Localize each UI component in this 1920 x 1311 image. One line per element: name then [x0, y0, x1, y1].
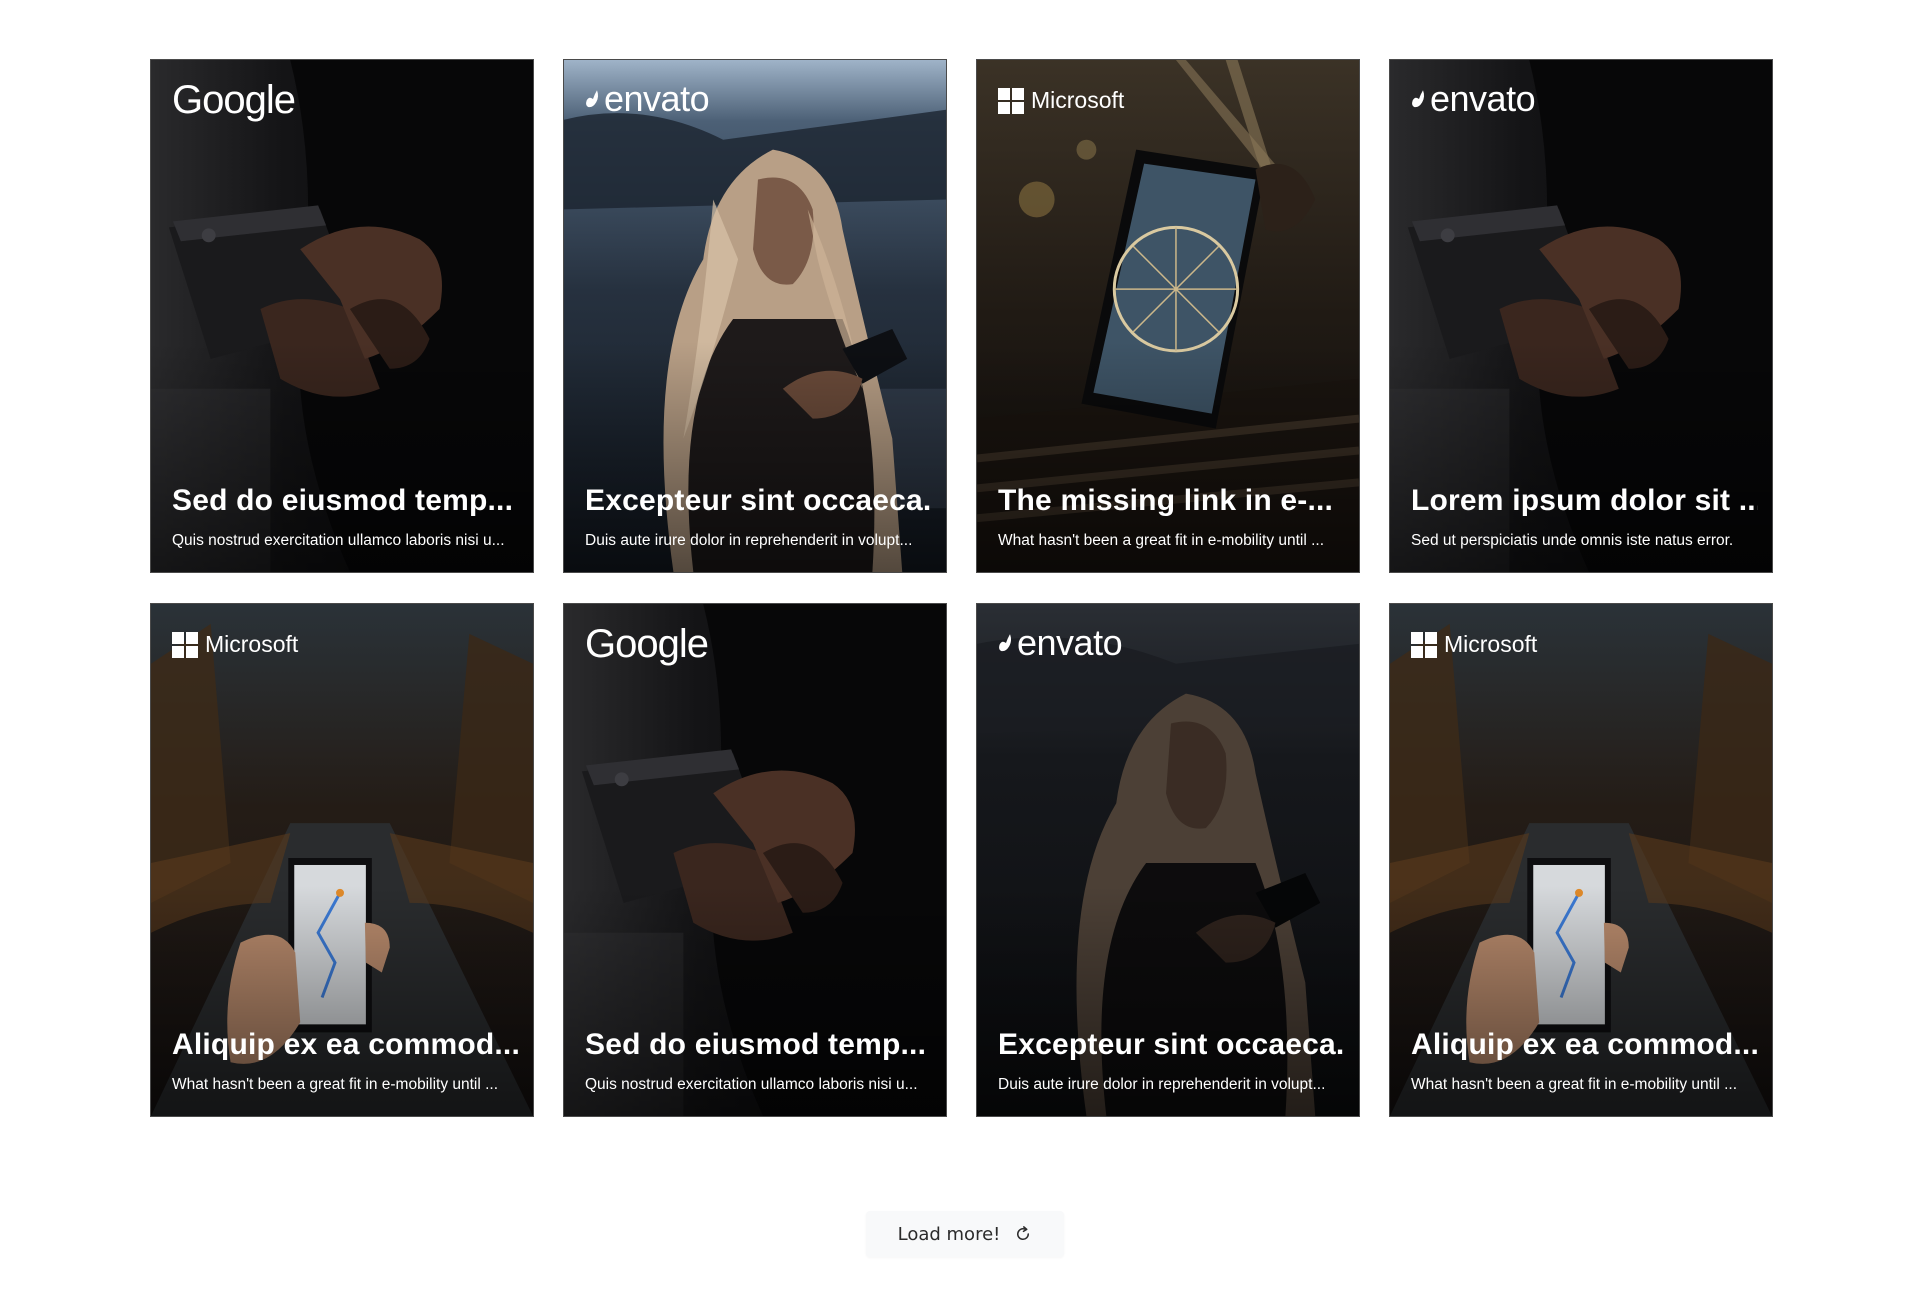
reload-icon — [1017, 1226, 1030, 1240]
envato-logo: envato — [585, 78, 710, 120]
card-title: Aliquip ex ea commod... — [1411, 1028, 1758, 1061]
card-title: Sed do eiusmod temp... — [585, 1028, 927, 1061]
load-more-label: Load more! — [897, 1223, 1001, 1245]
card[interactable]: Microsoft Aliquip ex ea commod... What h… — [1389, 603, 1773, 1117]
load-more-button[interactable]: Load more! — [866, 1211, 1064, 1257]
card[interactable]: Google Sed do eiusmod temp... Quis nostr… — [150, 59, 534, 573]
microsoft-logo: Microsoft — [1411, 631, 1537, 658]
card-description: Duis aute irure dolor in reprehenderit i… — [585, 532, 913, 549]
envato-logo: envato — [1411, 78, 1536, 120]
card[interactable]: envato Excepteur sint occaeca... Duis au… — [976, 603, 1360, 1117]
envato-leaf-icon — [1412, 90, 1425, 108]
card-description: What hasn't been a great fit in e-mobili… — [172, 1076, 499, 1093]
microsoft-squares-icon — [1411, 631, 1437, 658]
envato-leaf-icon — [999, 634, 1012, 652]
card[interactable]: Microsoft The missing link in e-... What… — [976, 59, 1360, 573]
card-description: What hasn't been a great fit in e-mobili… — [998, 532, 1325, 549]
card-title: The missing link in e-... — [998, 484, 1334, 517]
card[interactable]: Microsoft Aliquip ex ea commod... What h… — [150, 603, 534, 1117]
card[interactable]: envato Excepteur sint occaeca... Duis au… — [563, 59, 947, 573]
microsoft-logo: Microsoft — [998, 87, 1124, 114]
google-logo: Google — [585, 622, 709, 666]
microsoft-logo: Microsoft — [172, 631, 298, 658]
card-description: Quis nostrud exercitation ullamco labori… — [585, 1076, 918, 1093]
envato-logo: envato — [998, 622, 1123, 664]
card-title: Sed do eiusmod temp... — [172, 484, 514, 517]
card[interactable]: Google Sed do eiusmod temp... Quis nostr… — [563, 603, 947, 1117]
card-description: Sed ut perspiciatis unde omnis iste natu… — [1411, 532, 1734, 549]
envato-leaf-icon — [586, 90, 599, 108]
card-title: Aliquip ex ea commod... — [172, 1028, 519, 1061]
card-title: Excepteur sint occaeca... — [585, 484, 932, 517]
card-title: Lorem ipsum dolor sit ... — [1411, 484, 1758, 517]
card-description: Quis nostrud exercitation ullamco labori… — [172, 532, 505, 549]
microsoft-squares-icon — [998, 87, 1024, 114]
card-grid: Google Sed do eiusmod temp... Quis nostr… — [150, 59, 1775, 1117]
card[interactable]: envato Lorem ipsum dolor sit ... Sed ut … — [1389, 59, 1773, 573]
card-title: Excepteur sint occaeca... — [998, 1028, 1345, 1061]
card-description: Duis aute irure dolor in reprehenderit i… — [998, 1076, 1326, 1093]
microsoft-squares-icon — [172, 631, 198, 658]
google-logo: Google — [172, 78, 296, 122]
card-description: What hasn't been a great fit in e-mobili… — [1411, 1076, 1738, 1093]
